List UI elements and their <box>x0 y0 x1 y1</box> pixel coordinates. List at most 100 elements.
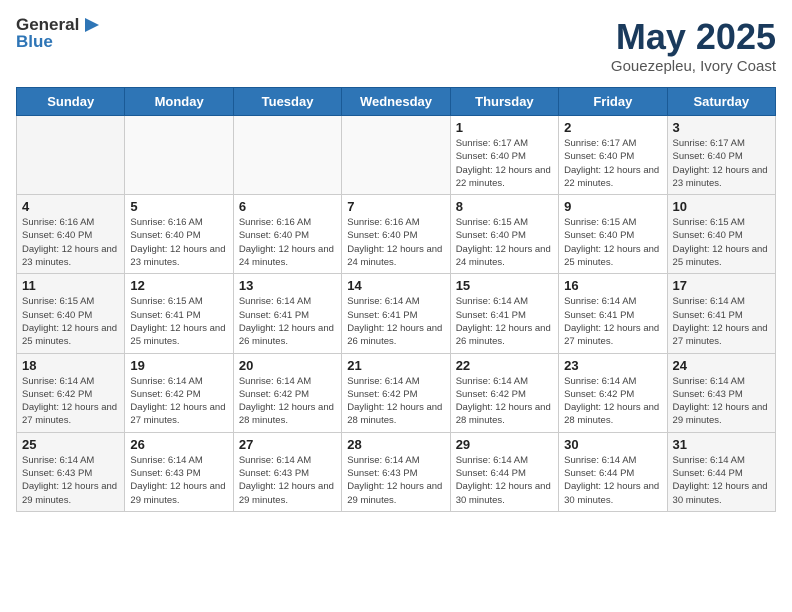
day-number: 24 <box>673 358 770 373</box>
calendar-day-cell: 1 Sunrise: 6:17 AM Sunset: 6:40 PM Daylig… <box>450 116 558 195</box>
calendar-day-cell: 9Sunrise: 6:15 AM Sunset: 6:40 PM Daylig… <box>559 195 667 274</box>
day-number: 18 <box>22 358 119 373</box>
day-info: Sunrise: 6:16 AM Sunset: 6:40 PM Dayligh… <box>239 216 336 269</box>
day-info: Sunrise: 6:14 AM Sunset: 6:44 PM Dayligh… <box>456 454 553 507</box>
day-info: Sunrise: 6:14 AM Sunset: 6:42 PM Dayligh… <box>239 375 336 428</box>
day-number: 23 <box>564 358 661 373</box>
day-number: 13 <box>239 278 336 293</box>
calendar-day-cell: 23 Sunrise: 6:14 AM Sunset: 6:42 PM Dayli… <box>559 353 667 432</box>
day-info: Sunrise: 6:15 AM Sunset: 6:40 PM Dayligh… <box>673 216 770 269</box>
day-info: Sunrise: 6:16 AM Sunset: 6:40 PM Dayligh… <box>130 216 227 269</box>
day-number: 12 <box>130 278 227 293</box>
day-number: 10 <box>673 199 770 214</box>
logo: General Blue <box>16 16 103 51</box>
day-number: 14 <box>347 278 444 293</box>
day-number: 2 <box>564 120 661 135</box>
day-number: 27 <box>239 437 336 452</box>
calendar-day-cell: 21 Sunrise: 6:14 AM Sunset: 6:42 PM Dayli… <box>342 353 450 432</box>
weekday-header: Tuesday <box>233 88 341 116</box>
day-info: Sunrise: 6:14 AM Sunset: 6:43 PM Dayligh… <box>22 454 119 507</box>
calendar-day-cell: 16 Sunrise: 6:14 AM Sunset: 6:41 PM Dayli… <box>559 274 667 353</box>
day-info: Sunrise: 6:14 AM Sunset: 6:42 PM Dayligh… <box>22 375 119 428</box>
day-info: Sunrise: 6:14 AM Sunset: 6:41 PM Dayligh… <box>564 295 661 348</box>
calendar-day-cell <box>17 116 125 195</box>
calendar-day-cell: 27 Sunrise: 6:14 AM Sunset: 6:43 PM Dayli… <box>233 432 341 511</box>
day-number: 16 <box>564 278 661 293</box>
calendar-day-cell <box>125 116 233 195</box>
calendar-table: SundayMondayTuesdayWednesdayThursdayFrid… <box>16 87 776 512</box>
calendar-day-cell: 22 Sunrise: 6:14 AM Sunset: 6:42 PM Dayli… <box>450 353 558 432</box>
day-number: 8 <box>456 199 553 214</box>
day-info: Sunrise: 6:17 AM Sunset: 6:40 PM Dayligh… <box>673 137 770 190</box>
weekday-header-row: SundayMondayTuesdayWednesdayThursdayFrid… <box>17 88 776 116</box>
day-number: 20 <box>239 358 336 373</box>
calendar-day-cell: 28 Sunrise: 6:14 AM Sunset: 6:43 PM Dayli… <box>342 432 450 511</box>
day-number: 17 <box>673 278 770 293</box>
calendar-day-cell: 26 Sunrise: 6:14 AM Sunset: 6:43 PM Dayli… <box>125 432 233 511</box>
calendar-day-cell: 15Sunrise: 6:14 AM Sunset: 6:41 PM Dayli… <box>450 274 558 353</box>
calendar-day-cell: 6 Sunrise: 6:16 AM Sunset: 6:40 PM Daylig… <box>233 195 341 274</box>
calendar-week-row: 11 Sunrise: 6:15 AM Sunset: 6:40 PM Dayli… <box>17 274 776 353</box>
day-number: 9 <box>564 199 661 214</box>
day-info: Sunrise: 6:14 AM Sunset: 6:43 PM Dayligh… <box>673 375 770 428</box>
calendar-day-cell: 18 Sunrise: 6:14 AM Sunset: 6:42 PM Dayli… <box>17 353 125 432</box>
calendar-day-cell: 13 Sunrise: 6:14 AM Sunset: 6:41 PM Dayli… <box>233 274 341 353</box>
calendar-week-row: 4 Sunrise: 6:16 AM Sunset: 6:40 PM Daylig… <box>17 195 776 274</box>
day-number: 22 <box>456 358 553 373</box>
calendar-day-cell: 2Sunrise: 6:17 AM Sunset: 6:40 PM Daylig… <box>559 116 667 195</box>
day-info: Sunrise: 6:14 AM Sunset: 6:41 PM Dayligh… <box>673 295 770 348</box>
weekday-header: Thursday <box>450 88 558 116</box>
day-info: Sunrise: 6:14 AM Sunset: 6:43 PM Dayligh… <box>347 454 444 507</box>
page-header: General Blue May 2025 Gouezepleu, Ivory … <box>16 16 776 75</box>
calendar-day-cell: 25 Sunrise: 6:14 AM Sunset: 6:43 PM Dayli… <box>17 432 125 511</box>
day-info: Sunrise: 6:16 AM Sunset: 6:40 PM Dayligh… <box>22 216 119 269</box>
day-number: 28 <box>347 437 444 452</box>
day-info: Sunrise: 6:14 AM Sunset: 6:44 PM Dayligh… <box>673 454 770 507</box>
day-number: 11 <box>22 278 119 293</box>
day-number: 7 <box>347 199 444 214</box>
weekday-header: Friday <box>559 88 667 116</box>
calendar-week-row: 18 Sunrise: 6:14 AM Sunset: 6:42 PM Dayli… <box>17 353 776 432</box>
calendar-day-cell: 5Sunrise: 6:16 AM Sunset: 6:40 PM Daylig… <box>125 195 233 274</box>
day-info: Sunrise: 6:15 AM Sunset: 6:40 PM Dayligh… <box>456 216 553 269</box>
day-info: Sunrise: 6:17 AM Sunset: 6:40 PM Dayligh… <box>456 137 553 190</box>
calendar-day-cell: 12 Sunrise: 6:15 AM Sunset: 6:41 PM Dayli… <box>125 274 233 353</box>
day-number: 1 <box>456 120 553 135</box>
day-info: Sunrise: 6:14 AM Sunset: 6:42 PM Dayligh… <box>456 375 553 428</box>
day-info: Sunrise: 6:15 AM Sunset: 6:41 PM Dayligh… <box>130 295 227 348</box>
day-info: Sunrise: 6:16 AM Sunset: 6:40 PM Dayligh… <box>347 216 444 269</box>
day-info: Sunrise: 6:14 AM Sunset: 6:43 PM Dayligh… <box>239 454 336 507</box>
day-info: Sunrise: 6:14 AM Sunset: 6:44 PM Dayligh… <box>564 454 661 507</box>
calendar-day-cell: 20 Sunrise: 6:14 AM Sunset: 6:42 PM Dayli… <box>233 353 341 432</box>
day-info: Sunrise: 6:14 AM Sunset: 6:43 PM Dayligh… <box>130 454 227 507</box>
day-info: Sunrise: 6:14 AM Sunset: 6:42 PM Dayligh… <box>564 375 661 428</box>
weekday-header: Sunday <box>17 88 125 116</box>
calendar-day-cell: 4 Sunrise: 6:16 AM Sunset: 6:40 PM Daylig… <box>17 195 125 274</box>
calendar-day-cell: 19Sunrise: 6:14 AM Sunset: 6:42 PM Dayli… <box>125 353 233 432</box>
logo-arrow-icon <box>81 16 103 34</box>
calendar-week-row: 25 Sunrise: 6:14 AM Sunset: 6:43 PM Dayli… <box>17 432 776 511</box>
day-number: 26 <box>130 437 227 452</box>
month-title: May 2025 <box>611 16 776 58</box>
logo-blue-text: Blue <box>16 33 103 52</box>
weekday-header: Saturday <box>667 88 775 116</box>
day-info: Sunrise: 6:14 AM Sunset: 6:42 PM Dayligh… <box>347 375 444 428</box>
day-info: Sunrise: 6:14 AM Sunset: 6:42 PM Dayligh… <box>130 375 227 428</box>
day-number: 31 <box>673 437 770 452</box>
calendar-day-cell <box>342 116 450 195</box>
day-number: 25 <box>22 437 119 452</box>
day-number: 21 <box>347 358 444 373</box>
weekday-header: Wednesday <box>342 88 450 116</box>
calendar-day-cell: 29Sunrise: 6:14 AM Sunset: 6:44 PM Dayli… <box>450 432 558 511</box>
day-number: 6 <box>239 199 336 214</box>
calendar-day-cell: 30 Sunrise: 6:14 AM Sunset: 6:44 PM Dayli… <box>559 432 667 511</box>
calendar-week-row: 1 Sunrise: 6:17 AM Sunset: 6:40 PM Daylig… <box>17 116 776 195</box>
day-info: Sunrise: 6:14 AM Sunset: 6:41 PM Dayligh… <box>239 295 336 348</box>
calendar-day-cell: 14Sunrise: 6:14 AM Sunset: 6:41 PM Dayli… <box>342 274 450 353</box>
day-number: 4 <box>22 199 119 214</box>
day-number: 15 <box>456 278 553 293</box>
day-number: 30 <box>564 437 661 452</box>
calendar-day-cell: 8 Sunrise: 6:15 AM Sunset: 6:40 PM Daylig… <box>450 195 558 274</box>
calendar-day-cell: 31 Sunrise: 6:14 AM Sunset: 6:44 PM Dayli… <box>667 432 775 511</box>
day-info: Sunrise: 6:15 AM Sunset: 6:40 PM Dayligh… <box>22 295 119 348</box>
